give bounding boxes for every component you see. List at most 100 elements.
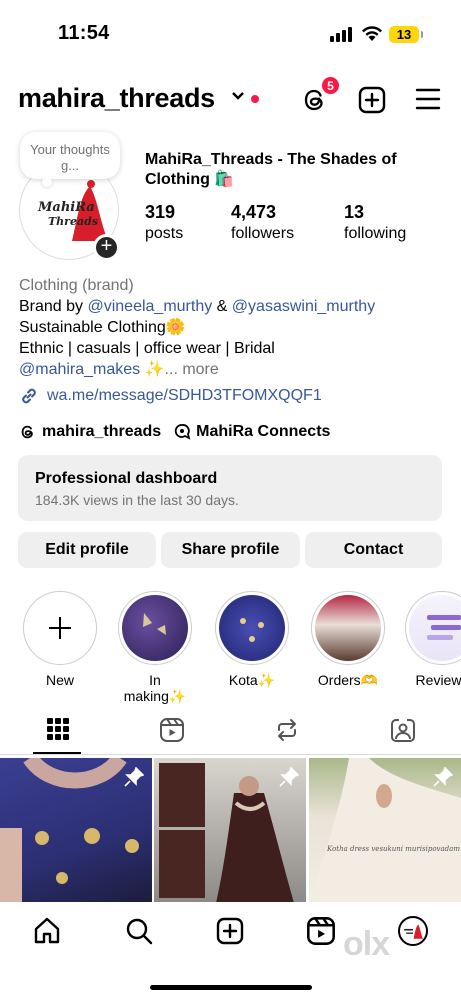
- bio-line-1: Brand by @vineela_murthy & @yasaswini_mu…: [19, 296, 449, 317]
- highlight-cover: [219, 595, 285, 661]
- tab-reposts[interactable]: [262, 717, 312, 747]
- bio-link[interactable]: wa.me/message/SDHD3TFOMXQQF1: [19, 386, 322, 406]
- highlight-label: Orders🫶: [317, 672, 379, 688]
- followers-count: 4,473: [231, 202, 277, 222]
- broadcast-channel-icon: [174, 424, 191, 440]
- create-icon: [216, 917, 244, 945]
- nav-profile[interactable]: [397, 916, 429, 948]
- highlight-new[interactable]: New: [23, 591, 97, 688]
- plus-icon: [49, 617, 71, 639]
- svg-text:MahiRa: MahiRa: [37, 200, 95, 215]
- channel-name[interactable]: MahiRa Connects: [196, 423, 330, 441]
- bio: Clothing (brand) Brand by @vineela_murth…: [19, 275, 449, 380]
- following-label: following: [344, 225, 407, 242]
- pin-icon: [124, 767, 144, 787]
- highlight-label: New: [45, 672, 74, 688]
- highlight-ring: [405, 591, 461, 665]
- tagged-icon: [391, 718, 415, 742]
- following-count: 13: [344, 202, 365, 222]
- tab-posts[interactable]: [33, 717, 83, 747]
- bio-text: &: [212, 298, 232, 315]
- highlight-cover: [409, 595, 461, 661]
- highlight-label: Kota✨: [228, 672, 276, 688]
- highlight-ring: [215, 591, 289, 665]
- home-indicator: [150, 985, 312, 990]
- highlight-ring: [23, 591, 97, 665]
- link-text[interactable]: wa.me/message/SDHD3TFOMXQQF1: [47, 387, 322, 405]
- mention-link[interactable]: @vineela_murthy: [87, 298, 212, 315]
- search-icon: [126, 918, 153, 945]
- dashboard-title: Professional dashboard: [35, 470, 218, 487]
- signal-icon: [330, 27, 352, 42]
- tab-reels[interactable]: [147, 717, 197, 747]
- pin-icon: [433, 767, 453, 787]
- home-icon: [34, 917, 60, 944]
- watermark: olx: [343, 925, 390, 963]
- professional-dashboard[interactable]: Professional dashboard 184.3K views in t…: [18, 455, 442, 521]
- mention-link[interactable]: @mahira_makes: [19, 361, 140, 378]
- tab-divider: [0, 754, 461, 755]
- highlight-cover: [315, 595, 381, 661]
- posts-label: posts: [145, 225, 184, 242]
- edit-profile-button[interactable]: Edit profile: [18, 532, 156, 568]
- followers-stat[interactable]: 4,473 followers: [231, 202, 294, 244]
- dashboard-subtitle: 184.3K views in the last 30 days.: [35, 492, 239, 508]
- account-switcher[interactable]: mahira_threads: [18, 83, 215, 114]
- posts-count: 319: [145, 202, 176, 222]
- highlight-label: In making✨: [123, 672, 187, 704]
- create-post-icon[interactable]: [357, 85, 387, 115]
- reposts-icon: [278, 719, 296, 741]
- bio-line-4: @mahira_makes ✨... more: [19, 359, 449, 380]
- highlight-kota[interactable]: Kota✨: [215, 591, 289, 689]
- bio-line-2: Sustainable Clothing🌼: [19, 319, 186, 336]
- bio-line-3: Ethnic | casuals | office wear | Bridal: [19, 340, 275, 357]
- battery-cap: [421, 31, 423, 38]
- nav-reels[interactable]: [305, 916, 337, 948]
- threads-profile-row: mahira_threads MahiRa Connects: [19, 423, 330, 441]
- nav-create[interactable]: [214, 916, 246, 948]
- butterfly-icon: [143, 613, 166, 635]
- bio-text: Brand by: [19, 298, 88, 315]
- nav-search[interactable]: [123, 916, 155, 948]
- threads-handle[interactable]: mahira_threads: [42, 423, 161, 441]
- tab-tagged[interactable]: [378, 717, 428, 747]
- bio-text: ✨: [140, 361, 165, 378]
- posts-stat[interactable]: 319 posts: [145, 202, 183, 244]
- wifi-icon: [362, 26, 382, 41]
- followers-label: followers: [231, 225, 295, 242]
- link-icon: [22, 388, 36, 404]
- reels-icon: [160, 718, 184, 742]
- embroidery-icon: [240, 618, 264, 642]
- battery-icon: 13: [389, 26, 419, 43]
- tab-active-indicator: [33, 752, 81, 754]
- display-name: MahiRa_Threads - The Shades of Clothing …: [145, 151, 397, 188]
- add-story-icon[interactable]: +: [93, 234, 120, 261]
- highlight-orders[interactable]: Orders🫶: [311, 591, 385, 689]
- chat-screenshot-icon: [427, 615, 461, 640]
- post-caption: Kotha dress vesukuni murisipovadam: [326, 845, 460, 853]
- grid-icon: [47, 718, 69, 740]
- profile-avatar-icon: [398, 916, 428, 946]
- svg-text:Threads: Threads: [48, 215, 98, 228]
- brand-logo: [404, 924, 423, 939]
- highlight-ring: [311, 591, 385, 665]
- threads-icon: [21, 425, 33, 439]
- reels-icon: [307, 917, 335, 945]
- pin-icon: [279, 767, 299, 787]
- bio-category: Clothing (brand): [19, 277, 134, 294]
- status-time: 11:54: [58, 22, 110, 44]
- nav-home[interactable]: [31, 916, 63, 948]
- notification-dot: [251, 95, 259, 103]
- mention-link[interactable]: @yasaswini_murthy: [232, 298, 375, 315]
- highlight-ring: [118, 591, 192, 665]
- share-profile-button[interactable]: Share profile: [161, 532, 300, 568]
- following-stat[interactable]: 13 following: [344, 202, 406, 244]
- contact-button[interactable]: Contact: [305, 532, 442, 568]
- highlight-reviews[interactable]: Reviews: [405, 591, 461, 688]
- highlight-label: Reviews: [415, 672, 461, 688]
- note-bubble[interactable]: Your thoughts g...: [20, 132, 120, 187]
- chevron-down-icon[interactable]: [231, 91, 245, 101]
- highlight-in-making[interactable]: In making✨: [118, 591, 192, 705]
- more-button[interactable]: ... more: [165, 361, 219, 378]
- menu-icon[interactable]: [415, 87, 441, 111]
